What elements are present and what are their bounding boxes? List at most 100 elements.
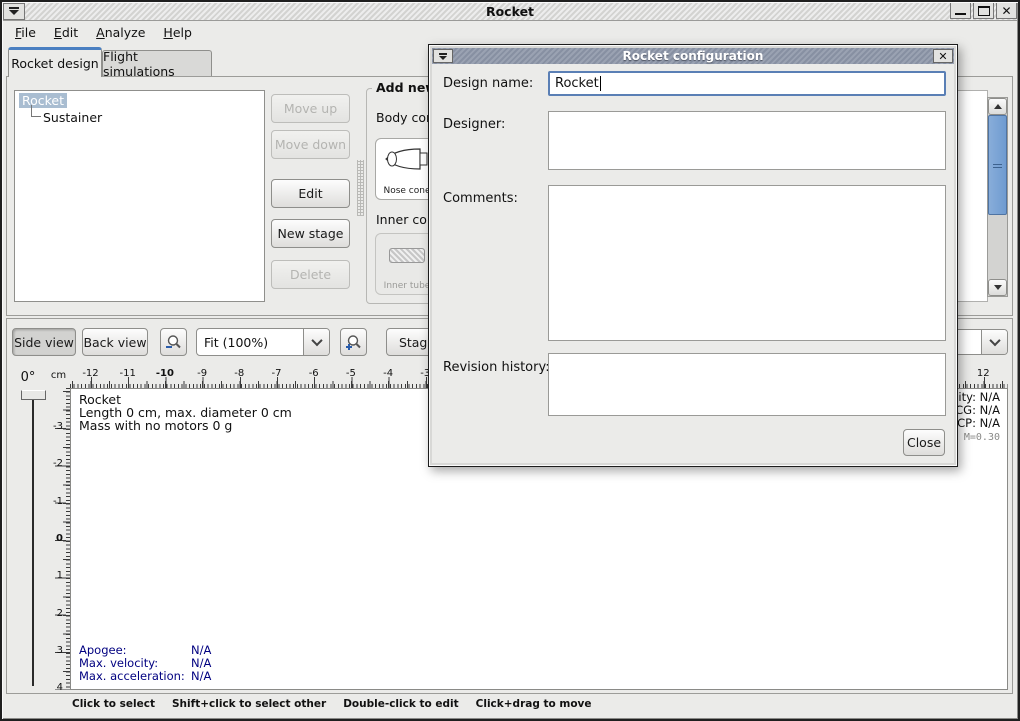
main-window: Rocket ✕ File Edit Analyze Help Rocket d… (0, 0, 1020, 721)
h-ruler-label: -5 (346, 368, 356, 379)
scroll-down-icon (994, 285, 1002, 290)
menu-analyze[interactable]: Analyze (87, 23, 154, 42)
close-icon: ✕ (997, 3, 1016, 18)
stage-combo-dropdown-button[interactable] (981, 330, 1007, 354)
v-ruler-label: 2 (48, 608, 63, 619)
chevron-down-icon (311, 335, 322, 346)
menu-edit[interactable]: Edit (45, 23, 87, 42)
tree-connector-line (31, 105, 41, 117)
menu-help[interactable]: Help (154, 23, 201, 42)
tree-item-rocket[interactable]: Rocket (19, 93, 67, 108)
inner-tube-label: Inner tube (384, 281, 431, 291)
edit-button[interactable]: Edit (271, 179, 350, 208)
scroll-up-button[interactable] (988, 98, 1007, 115)
rotation-slider-track (32, 400, 34, 686)
scroll-down-button[interactable] (988, 279, 1007, 296)
h-ruler-label: -11 (120, 368, 136, 379)
v-ruler-label: 4 (48, 682, 63, 693)
separator-drag-handle[interactable] (357, 160, 364, 216)
max-acceleration-row: Max. acceleration: N/A (79, 670, 211, 683)
rotation-slider-handle[interactable] (21, 390, 46, 400)
h-ruler-label: -6 (309, 368, 319, 379)
nose-cone-icon (383, 145, 431, 173)
v-ruler-label: 1 (48, 570, 63, 581)
vertical-scrollbar[interactable] (987, 97, 1008, 297)
v-ruler-label: 3 (48, 645, 63, 656)
text-caret (600, 76, 601, 91)
designer-textarea[interactable] (548, 111, 946, 170)
menu-file[interactable]: File (6, 23, 45, 42)
window-menu-triangle (9, 10, 19, 15)
scrollbar-grip-icon (993, 162, 1002, 168)
flight-data-block: Apogee: N/A Max. velocity: N/A Max. acce… (79, 644, 211, 683)
comments-textarea[interactable] (548, 185, 946, 341)
status-click-select: Click to select (72, 698, 155, 710)
dialog-close-button[interactable]: ✕ (933, 49, 953, 63)
status-click-drag: Click+drag to move (476, 698, 592, 710)
menu-bar: File Edit Analyze Help (2, 21, 1018, 43)
zoom-level-combobox[interactable]: Fit (100%) (196, 328, 330, 356)
design-name-value: Rocket (555, 76, 599, 91)
maximize-button[interactable] (973, 2, 994, 19)
dialog-menu-bar-icon (439, 53, 447, 55)
vertical-ruler: -3 -2 -1 0 1 2 3 4 (48, 388, 70, 690)
h-ruler-label: -12 (82, 368, 98, 379)
window-controls: ✕ (950, 2, 1017, 19)
max-acceleration-label: Max. acceleration: (79, 670, 191, 683)
back-view-button[interactable]: Back view (82, 328, 148, 356)
dialog-title: Rocket configuration (432, 49, 954, 63)
move-up-button[interactable]: Move up (271, 94, 350, 123)
move-down-button[interactable]: Move down (271, 130, 350, 159)
ruler-unit-label: cm (48, 370, 69, 381)
rocket-configuration-dialog: Rocket configuration ✕ Design name: Rock… (428, 44, 958, 467)
v-ruler-label: -2 (48, 458, 63, 469)
v-ruler-label: -1 (48, 496, 63, 507)
max-acceleration-value: N/A (191, 670, 211, 683)
revision-history-textarea[interactable] (548, 353, 946, 416)
close-button[interactable]: ✕ (996, 2, 1017, 19)
h-ruler-label: -9 (197, 368, 207, 379)
v-ruler-label: -3 (48, 421, 63, 432)
h-ruler-label: -7 (272, 368, 282, 379)
h-ruler-label: 12 (977, 368, 990, 379)
design-name-label: Design name: (443, 76, 533, 91)
component-list-edge (956, 90, 988, 302)
title-bar: Rocket ✕ (2, 2, 1018, 21)
dialog-menu-triangle-icon (439, 56, 447, 60)
component-tree[interactable]: Rocket Sustainer (14, 90, 265, 302)
dialog-close-action-button[interactable]: Close (903, 429, 945, 456)
h-ruler-label: -8 (234, 368, 244, 379)
revision-history-label: Revision history: (443, 360, 550, 375)
tree-item-sustainer[interactable]: Sustainer (43, 110, 264, 125)
delete-button[interactable]: Delete (271, 260, 350, 289)
status-double-click: Double-click to edit (343, 698, 458, 710)
design-name-input[interactable]: Rocket (548, 71, 946, 96)
zoom-combo-dropdown-button[interactable] (303, 329, 329, 355)
maximize-icon (978, 6, 990, 16)
chevron-down-icon (989, 335, 1000, 346)
h-ruler-label: -4 (383, 368, 393, 379)
zoom-in-icon (345, 334, 362, 351)
scroll-up-icon (994, 104, 1002, 109)
comments-label: Comments: (443, 191, 518, 206)
scrollbar-thumb[interactable] (988, 115, 1007, 215)
tab-rocket-design[interactable]: Rocket design (8, 47, 102, 77)
zoom-in-button[interactable] (340, 328, 367, 356)
dialog-window-menu-icon[interactable] (433, 49, 453, 63)
nose-cone-label: Nose cone (383, 186, 430, 196)
status-shift-click: Shift+click to select other (172, 698, 326, 710)
minimize-button[interactable] (950, 2, 971, 19)
window-title: Rocket (2, 4, 1018, 19)
new-stage-button[interactable]: New stage (271, 219, 350, 248)
tab-flight-simulations[interactable]: Flight simulations (102, 50, 212, 77)
minimize-icon (955, 13, 966, 15)
zoom-level-value: Fit (100%) (197, 329, 303, 355)
dialog-title-bar: Rocket configuration ✕ (432, 48, 954, 64)
zoom-out-button[interactable] (160, 328, 187, 356)
rocket-info-text: Rocket Length 0 cm, max. diameter 0 cm M… (79, 393, 292, 432)
side-view-button[interactable]: Side view (12, 328, 76, 356)
status-bar: Click to select Shift+click to select ot… (72, 698, 592, 710)
tree-item-sustainer-label: Sustainer (43, 110, 102, 125)
v-ruler-label: 0 (48, 533, 63, 544)
window-menu-icon[interactable] (3, 3, 25, 20)
